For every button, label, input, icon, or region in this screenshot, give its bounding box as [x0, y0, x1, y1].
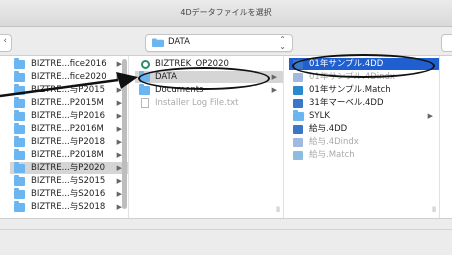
list-item-selected[interactable]: BIZTRE...与P2020 ▶: [10, 162, 128, 174]
list-item[interactable]: SYLK ▶: [289, 110, 439, 122]
chevron-right-icon: ▶: [427, 112, 433, 120]
folder-icon: [14, 162, 25, 173]
document-icon: [141, 98, 149, 108]
list-item[interactable]: BIZTRE...与P2015 ▶: [10, 84, 128, 96]
path-popup-label: DATA: [168, 37, 190, 47]
database-icon: [293, 73, 303, 82]
database-icon: [293, 138, 303, 147]
chevron-right-icon: ▶: [271, 86, 277, 94]
list-item[interactable]: BIZTRE...P2016M ▶: [10, 123, 128, 135]
list-item-highlighted[interactable]: 01年サンプル.4DD: [289, 58, 439, 70]
list-item[interactable]: BIZTRE...与S2016 ▶: [10, 188, 128, 200]
match-icon: [293, 151, 303, 160]
list-item[interactable]: BIZTREK_OP2020: [135, 58, 283, 70]
chevron-right-icon: ▶: [271, 73, 277, 81]
divider: [0, 229, 452, 230]
folder-icon: [139, 71, 150, 82]
column-1: BIZTRE...fice2016 ▶ BIZTRE...fice2020 ▶ BI…: [10, 56, 129, 218]
list-item[interactable]: 給与.4DD: [289, 123, 439, 135]
column-browser: BIZTRE...fice2016 ▶ BIZTRE...fice2020 ▶ BI…: [0, 56, 452, 219]
column-resize-handle[interactable]: ll: [276, 206, 280, 214]
folder-icon: [152, 38, 164, 47]
list-item[interactable]: 31年マーベル.4DD: [289, 97, 439, 109]
list-item[interactable]: BIZTRE...fice2016 ▶: [10, 58, 128, 70]
match-icon: [293, 86, 303, 95]
chevron-left-icon: ‹: [3, 36, 7, 46]
folder-icon: [139, 84, 150, 95]
list-item[interactable]: BIZTRE...与P2018 ▶: [10, 136, 128, 148]
database-icon: [293, 99, 303, 108]
list-item-selected[interactable]: DATA ▶: [135, 71, 283, 83]
database-icon: [293, 125, 303, 134]
title-bar: 4Dデータファイルを選択: [0, 0, 452, 27]
list-item[interactable]: Installer Log File.txt: [135, 97, 283, 109]
folder-icon: [14, 110, 25, 121]
list-item[interactable]: BIZTRE...P2018M ▶: [10, 149, 128, 161]
list-item[interactable]: BIZTRE...与P2016 ▶: [10, 110, 128, 122]
column-3: 01年サンプル.4DD 01年サンプル.4Dindx 01年サンプル.Match…: [289, 56, 440, 218]
folder-icon: [14, 97, 25, 108]
folder-icon: [14, 201, 25, 212]
file-chooser-window: 4Dデータファイルを選択 ‹ DATA ⌃ ⌄ BIZTRE...fice2016…: [0, 0, 452, 255]
database-icon: [293, 60, 303, 69]
list-item[interactable]: BIZTRE...fice2020 ▶: [10, 71, 128, 83]
column-resize-handle[interactable]: ll: [432, 206, 436, 214]
folder-icon: [14, 71, 25, 82]
folder-icon: [14, 123, 25, 134]
updown-icon: ⌃ ⌄: [279, 35, 286, 51]
folder-icon: [14, 84, 25, 95]
folder-icon: [14, 175, 25, 186]
folder-icon: [14, 149, 25, 160]
scrollbar[interactable]: [122, 59, 127, 209]
list-item[interactable]: 01年サンプル.Match: [289, 84, 439, 96]
column-2: BIZTREK_OP2020 DATA ▶ Documents ▶ Installe…: [135, 56, 284, 218]
path-popup-button[interactable]: DATA ⌃ ⌄: [145, 34, 293, 52]
search-field[interactable]: [441, 34, 452, 52]
list-item[interactable]: Documents ▶: [135, 84, 283, 96]
list-item[interactable]: BIZTRE...与S2015 ▶: [10, 175, 128, 187]
folder-icon: [14, 58, 25, 69]
dialog-footer: [0, 219, 452, 255]
folder-icon: [293, 110, 304, 121]
list-item[interactable]: 給与.4Dindx: [289, 136, 439, 148]
back-button[interactable]: ‹: [0, 34, 12, 52]
list-item[interactable]: BIZTRE...与S2018 ▶: [10, 201, 128, 213]
folder-icon: [14, 188, 25, 199]
toolbar: ‹ DATA ⌃ ⌄: [0, 27, 452, 56]
window-title: 4Dデータファイルを選択: [180, 8, 272, 17]
gear-icon: [141, 60, 150, 69]
list-item[interactable]: BIZTRE...P2015M ▶: [10, 97, 128, 109]
folder-icon: [14, 136, 25, 147]
list-item[interactable]: 01年サンプル.4Dindx: [289, 71, 439, 83]
list-item[interactable]: 給与.Match: [289, 149, 439, 161]
